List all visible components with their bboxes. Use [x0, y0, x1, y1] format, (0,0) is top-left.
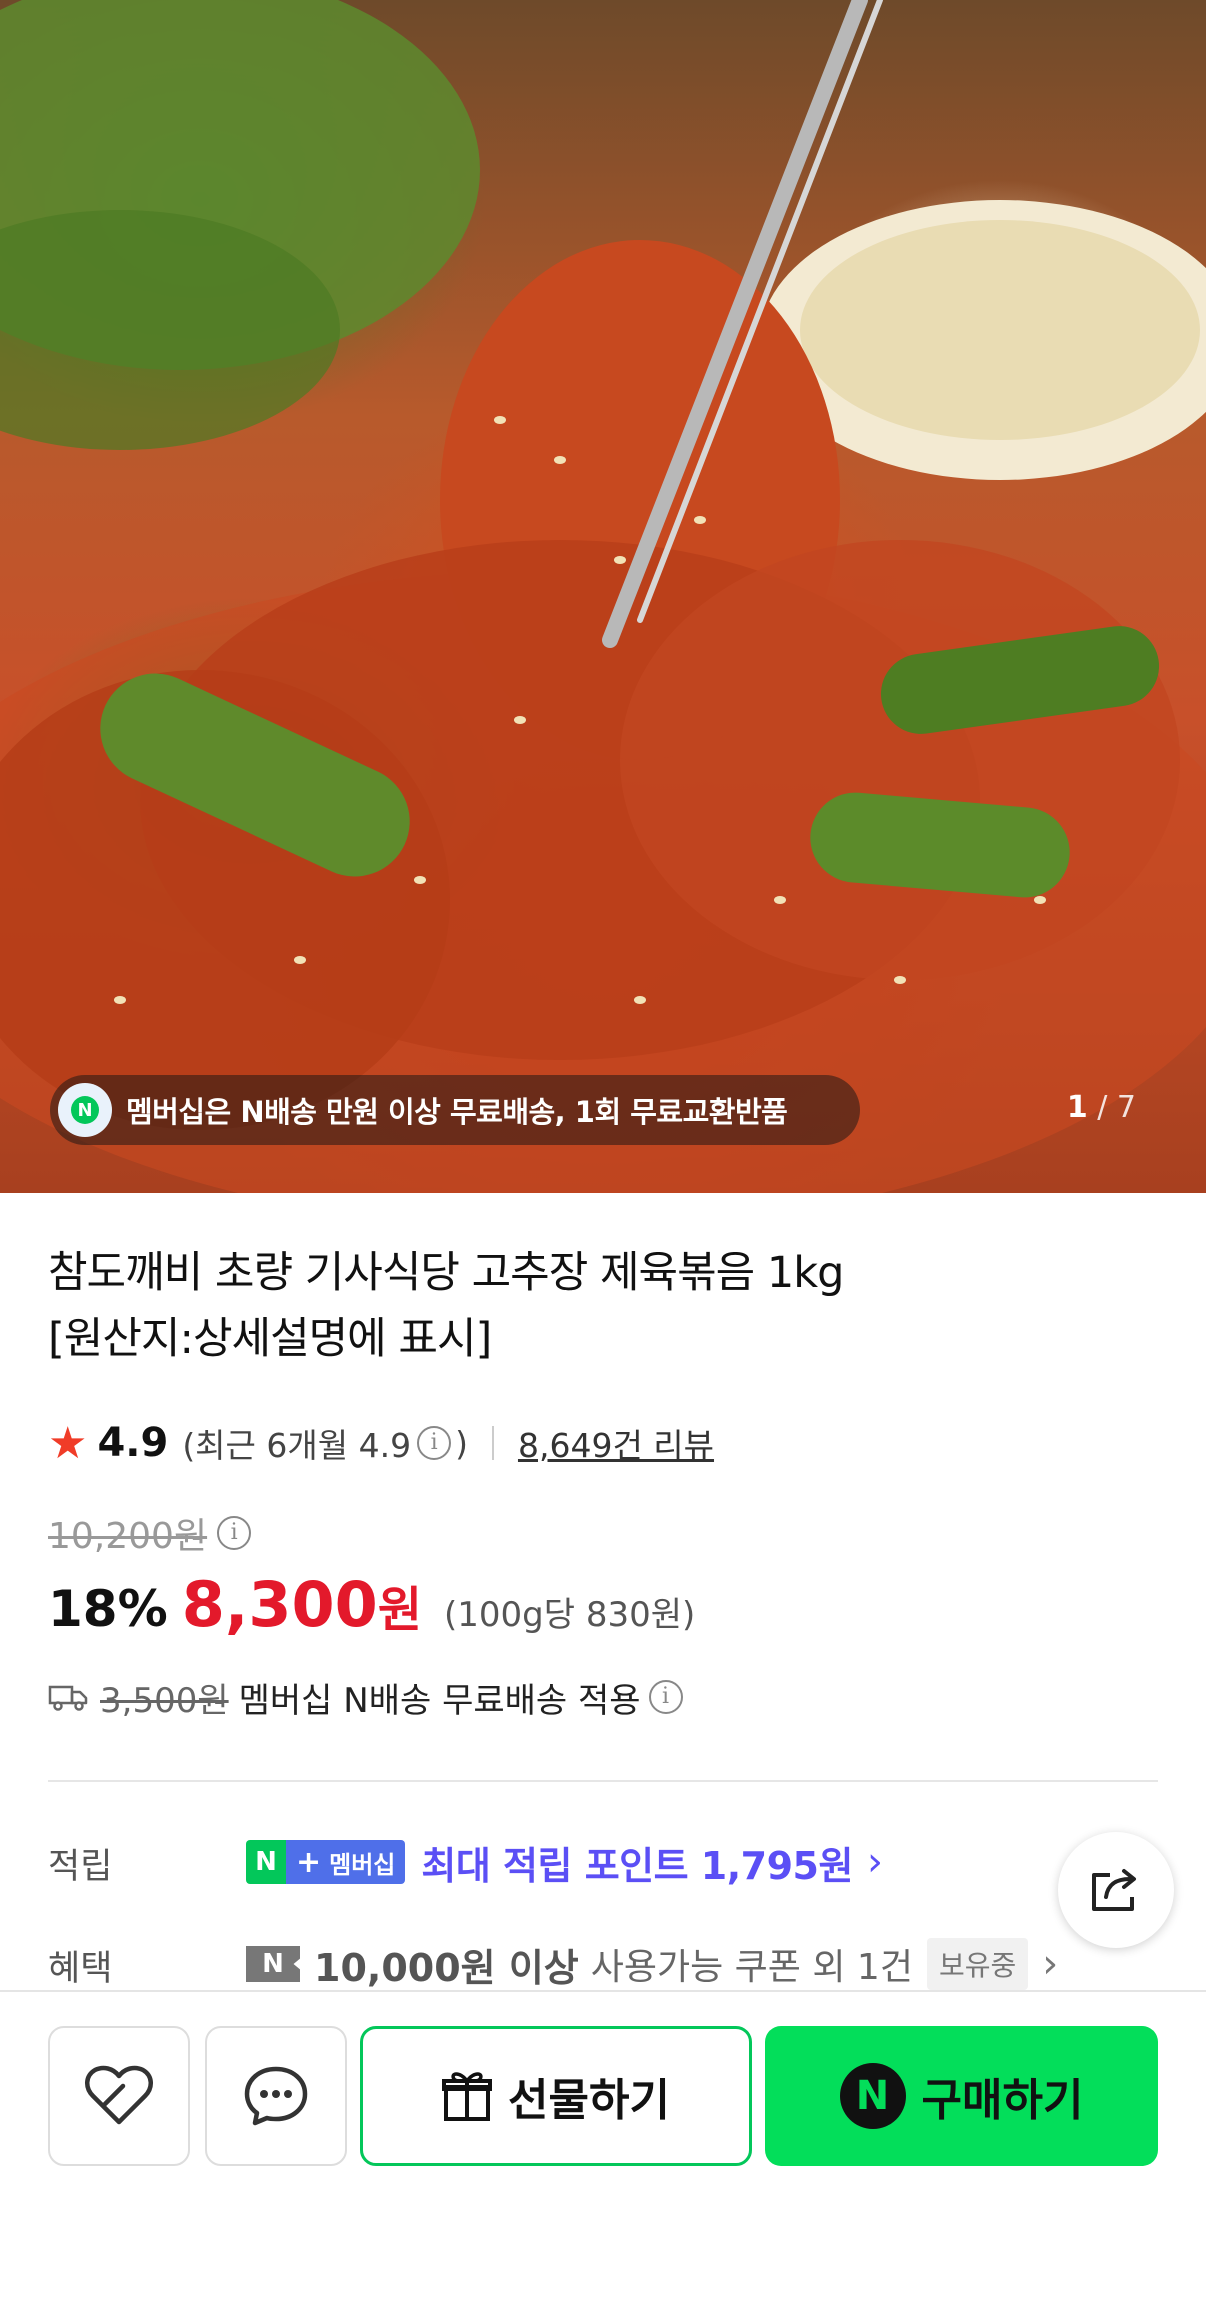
chat-icon: [244, 2066, 308, 2126]
gift-button-label: 선물하기: [508, 2075, 670, 2126]
chevron-right-icon: ›: [866, 1839, 883, 1885]
max-points-text: 최대 적립 포인트 1,795원: [421, 1843, 853, 1888]
product-photo: [0, 0, 1206, 1193]
banner-badge-letter: N: [71, 1096, 99, 1124]
info-icon[interactable]: i: [417, 1426, 452, 1460]
discount-rate: 18%: [48, 1580, 168, 1638]
shipping-row: 3,500원 멤버십 N배송 무료배송 적용 i: [48, 1672, 683, 1722]
price-row: 18% 8,300 원 (100g당 830원): [48, 1568, 695, 1648]
membership-badge-plus: +: [296, 1844, 322, 1880]
share-button[interactable]: [1058, 1832, 1174, 1948]
coupon-condition: 10,000원 이상: [314, 1945, 579, 1990]
unit-price: (100g당 830원): [443, 1595, 696, 1635]
points-label: 적립: [48, 1847, 113, 1887]
info-icon[interactable]: i: [648, 1680, 683, 1714]
buy-button-label: 구매하기: [921, 2075, 1084, 2126]
coupon-text: 사용가능 쿠폰 외 1건: [590, 1947, 913, 1988]
star-icon: ★: [48, 1417, 88, 1469]
info-icon[interactable]: i: [217, 1516, 252, 1550]
product-title-line1: 참도깨비 초량 기사식당 고추장 제육볶음 1kg: [48, 1248, 844, 1298]
image-counter-current: 1: [1066, 1090, 1088, 1125]
review-count-link[interactable]: 8,649건 리뷰: [518, 1419, 714, 1467]
divider: [491, 1426, 494, 1460]
original-price-value: 10,200원: [48, 1516, 208, 1557]
product-title-line2: [원산지:상세설명에 표시]: [48, 1314, 492, 1364]
sale-price: 8,300: [181, 1568, 378, 1641]
talktalk-button[interactable]: [205, 2026, 347, 2166]
recent-rating-close: ): [455, 1423, 468, 1463]
shipping-fee-old: 3,500원: [100, 1680, 229, 1721]
membership-badge-n: N: [246, 1840, 286, 1884]
gift-icon: [442, 2072, 493, 2121]
wishlist-button[interactable]: [48, 2026, 190, 2166]
share-icon: [1092, 1869, 1136, 1911]
section-divider: [48, 1780, 1158, 1782]
delivery-truck-icon: [48, 1685, 88, 1711]
sale-price-unit: 원: [377, 1582, 422, 1638]
product-image-gallery[interactable]: N 멤버십은 N배송 만원 이상 무료배송, 1회 무료교환반품 1 / 7: [0, 0, 1206, 1193]
benefit-label: 혜택: [48, 1949, 113, 1989]
recent-rating: (최근 6개월 4.9: [182, 1426, 412, 1465]
image-counter-separator: /: [1097, 1090, 1108, 1125]
rating-row: ★ 4.9 (최근 6개월 4.9 i ) 8,649건 리뷰: [48, 1417, 714, 1469]
naver-delivery-badge-icon: N: [58, 1083, 112, 1137]
owned-badge: 보유중: [926, 1938, 1029, 1990]
banner-text: 멤버십은 N배송 만원 이상 무료배송, 1회 무료교환반품: [126, 1095, 788, 1129]
buy-button[interactable]: N 구매하기: [765, 2026, 1158, 2166]
coupon-row[interactable]: N 10,000원 이상 사용가능 쿠폰 외 1건 보유중 ›: [246, 1936, 1058, 1992]
original-price: 10,200원 i: [48, 1508, 252, 1558]
shipping-text: 멤버십 N배송 무료배송 적용: [238, 1680, 641, 1721]
coupon-icon: N: [246, 1946, 300, 1982]
image-counter: 1 / 7: [1067, 1090, 1136, 1125]
naver-pay-badge: N: [839, 2063, 906, 2129]
bottom-action-bar: 선물하기 N 구매하기: [0, 1990, 1206, 2298]
membership-badge-text: 멤버십: [329, 1850, 396, 1879]
rating-score: 4.9: [97, 1420, 169, 1466]
image-counter-total: 7: [1116, 1090, 1136, 1125]
membership-badge: N + 멤버십: [246, 1840, 406, 1884]
heart-icon: [85, 2065, 153, 2125]
gift-button[interactable]: 선물하기: [360, 2026, 752, 2166]
product-title: 참도깨비 초량 기사식당 고추장 제육볶음 1kg [원산지:상세설명에 표시]: [48, 1240, 1048, 1372]
chevron-right-icon: ›: [1042, 1941, 1059, 1987]
points-row[interactable]: N + 멤버십 최대 적립 포인트 1,795원 ›: [246, 1834, 883, 1890]
membership-banner[interactable]: N 멤버십은 N배송 만원 이상 무료배송, 1회 무료교환반품: [50, 1075, 860, 1145]
